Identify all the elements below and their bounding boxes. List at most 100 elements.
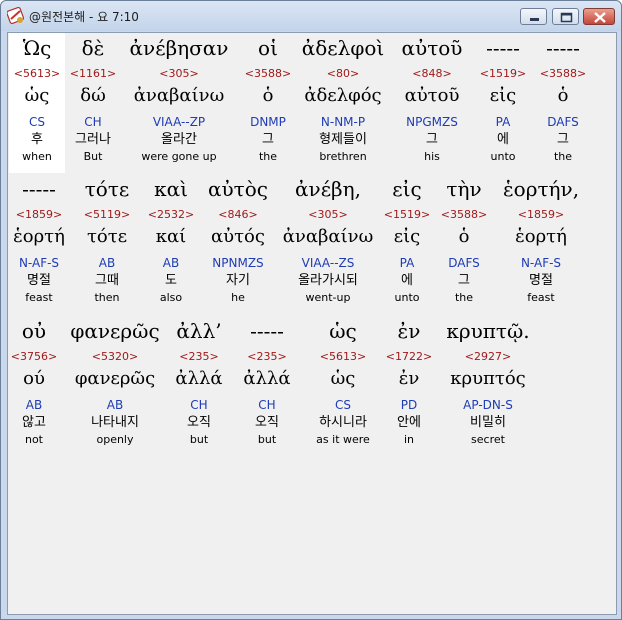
word-cell[interactable]: οὐ <3756> ού AB 않고 not bbox=[8, 318, 66, 448]
word-cell[interactable]: ἀλλ’ <235> ἀλλά CH 오직 but bbox=[167, 318, 231, 448]
strong-number[interactable]: <846> bbox=[198, 206, 278, 224]
korean-gloss: 않고 bbox=[22, 415, 46, 430]
word-cell[interactable]: φανερῶς <5320> φανερῶς AB 나타내지 openly bbox=[69, 318, 161, 448]
greek-word: ἀλλ’ bbox=[176, 319, 222, 343]
maximize-icon bbox=[560, 12, 573, 23]
strong-number[interactable]: <3588> bbox=[236, 65, 300, 83]
korean-gloss: 그 bbox=[426, 132, 438, 147]
maximize-button[interactable] bbox=[552, 8, 579, 25]
english-gloss: in bbox=[403, 433, 415, 446]
english-gloss: brethren bbox=[319, 150, 367, 163]
parsing-code: PD bbox=[400, 398, 418, 412]
parsing-code: N-NM-P bbox=[320, 115, 366, 129]
close-button[interactable] bbox=[583, 8, 615, 25]
lemma: κρυπτός bbox=[450, 368, 526, 389]
strong-number[interactable]: <3588> bbox=[531, 65, 595, 83]
korean-gloss: 명절 bbox=[529, 273, 553, 288]
english-gloss: But bbox=[83, 150, 103, 163]
korean-gloss: 형제들이 bbox=[319, 132, 367, 147]
word-cell[interactable]: ----- <1859> ἑορτή N-AF-S 명절 feast bbox=[8, 176, 71, 306]
lemma: ἀδελφός bbox=[304, 85, 382, 106]
word-cell[interactable]: ἀνέβησαν <305> ἀναβαίνω VIAA--ZP 올라간 wer… bbox=[129, 35, 229, 165]
parsing-code: AP-DN-S bbox=[463, 398, 513, 412]
english-gloss: went-up bbox=[305, 291, 351, 304]
word-cell[interactable]: ἑορτήν, <1859> ἑορτή N-AF-S 명절 feast bbox=[495, 176, 587, 306]
parsing-code: N-AF-S bbox=[520, 256, 562, 270]
lemma: ἑορτή bbox=[515, 226, 567, 247]
title-bar[interactable]: @원전본해 - 요 7:10 bbox=[1, 1, 621, 31]
word-cell[interactable]: ----- <235> ἀλλά CH 오직 but bbox=[235, 318, 299, 448]
english-gloss: not bbox=[24, 433, 43, 446]
close-icon bbox=[594, 12, 606, 23]
strong-number[interactable]: <305> bbox=[129, 65, 229, 83]
word-cell[interactable]: τότε <5119> τότε AB 그때 then bbox=[75, 176, 139, 306]
strong-number[interactable]: <5613> bbox=[303, 348, 383, 366]
greek-word: ----- bbox=[250, 319, 284, 343]
strong-number[interactable]: <3588> bbox=[432, 206, 496, 224]
word-cell[interactable]: ----- <3588> ὁ DAFS 그 the bbox=[531, 35, 595, 165]
strong-number[interactable]: <848> bbox=[394, 65, 470, 83]
lemma: ού bbox=[23, 368, 45, 389]
lemma: τότε bbox=[86, 226, 128, 247]
korean-gloss: 올라간 bbox=[161, 132, 197, 147]
korean-gloss: 올라가시되 bbox=[298, 273, 358, 288]
greek-word: καὶ bbox=[154, 177, 188, 201]
word-cell[interactable]: τὴν <3588> ὁ DAFS 그 the bbox=[432, 176, 496, 306]
word-cell[interactable]: ----- <1519> εἰς PA 에 unto bbox=[471, 35, 535, 165]
strong-number[interactable]: <235> bbox=[167, 348, 231, 366]
strong-number[interactable]: <5613> bbox=[8, 65, 69, 83]
english-gloss: when bbox=[22, 150, 52, 163]
word-cell[interactable]: Ὡς <5613> ὡς CS 후 when bbox=[8, 35, 69, 165]
minimize-button[interactable] bbox=[520, 8, 547, 25]
strong-number[interactable]: <1722> bbox=[377, 348, 441, 366]
greek-word: ἀνέβη, bbox=[295, 177, 361, 201]
korean-gloss: 그 bbox=[262, 132, 274, 147]
parsing-code: DAFS bbox=[448, 256, 480, 270]
greek-word: ----- bbox=[22, 177, 56, 201]
word-cell[interactable]: οἱ <3588> ὁ DNMP 그 the bbox=[236, 35, 300, 165]
strong-number[interactable]: <2532> bbox=[139, 206, 203, 224]
parsing-code: CH bbox=[190, 398, 208, 412]
english-gloss: feast bbox=[25, 291, 53, 304]
strong-number[interactable]: <305> bbox=[280, 206, 376, 224]
word-cell[interactable]: δὲ <1161> δώ CH 그러나 But bbox=[61, 35, 125, 165]
strong-number[interactable]: <1519> bbox=[375, 206, 439, 224]
lemma: δώ bbox=[80, 85, 106, 106]
greek-word: αὐτὸς bbox=[208, 177, 268, 201]
lemma: εἰς bbox=[489, 85, 517, 106]
word-cell[interactable]: κρυπτῷ. <2927> κρυπτός AP-DN-S 비밀히 secre… bbox=[442, 318, 534, 448]
word-cell[interactable]: καὶ <2532> καί AB 도 also bbox=[139, 176, 203, 306]
korean-gloss: 안에 bbox=[397, 415, 421, 430]
strong-number[interactable]: <1161> bbox=[61, 65, 125, 83]
strong-number[interactable]: <1519> bbox=[471, 65, 535, 83]
parsing-code: PA bbox=[495, 115, 511, 129]
strong-number[interactable]: <2927> bbox=[442, 348, 534, 366]
strong-number[interactable]: <5320> bbox=[69, 348, 161, 366]
korean-gloss: 에 bbox=[497, 132, 509, 147]
interlinear-view[interactable]: Ὡς <5613> ὡς CS 후 when δὲ <1161> δώ CH 그… bbox=[7, 32, 617, 615]
strong-number[interactable]: <80> bbox=[298, 65, 388, 83]
parsing-code: AB bbox=[106, 398, 124, 412]
korean-gloss: 나타내지 bbox=[91, 415, 139, 430]
strong-number[interactable]: <3756> bbox=[8, 348, 66, 366]
lemma: ἀλλά bbox=[243, 368, 291, 389]
lemma: ὁ bbox=[557, 85, 569, 106]
korean-gloss: 그러나 bbox=[75, 132, 111, 147]
word-cell[interactable]: αὐτοῦ <848> αὐτοῦ NPGMZS 그 his bbox=[394, 35, 470, 165]
parsing-code: VIAA--ZS bbox=[301, 256, 355, 270]
strong-number[interactable]: <5119> bbox=[75, 206, 139, 224]
korean-gloss: 그 bbox=[458, 273, 470, 288]
word-cell[interactable]: ἐν <1722> ἐν PD 안에 in bbox=[377, 318, 441, 448]
greek-word: ----- bbox=[546, 36, 580, 60]
strong-number[interactable]: <1859> bbox=[495, 206, 587, 224]
strong-number[interactable]: <1859> bbox=[8, 206, 71, 224]
strong-number[interactable]: <235> bbox=[235, 348, 299, 366]
word-cell[interactable]: ἀδελφοὶ <80> ἀδελφός N-NM-P 형제들이 brethre… bbox=[298, 35, 388, 165]
word-cell[interactable]: ἀνέβη, <305> ἀναβαίνω VIAA--ZS 올라가시되 wen… bbox=[280, 176, 376, 306]
korean-gloss: 자기 bbox=[226, 273, 250, 288]
korean-gloss: 비밀히 bbox=[470, 415, 506, 430]
word-cell[interactable]: ὡς <5613> ὡς CS 하시니라 as it were bbox=[303, 318, 383, 448]
english-gloss: were gone up bbox=[141, 150, 217, 163]
word-cell[interactable]: αὐτὸς <846> αὐτός NPNMZS 자기 he bbox=[198, 176, 278, 306]
word-cell[interactable]: εἰς <1519> εἰς PA 에 unto bbox=[375, 176, 439, 306]
